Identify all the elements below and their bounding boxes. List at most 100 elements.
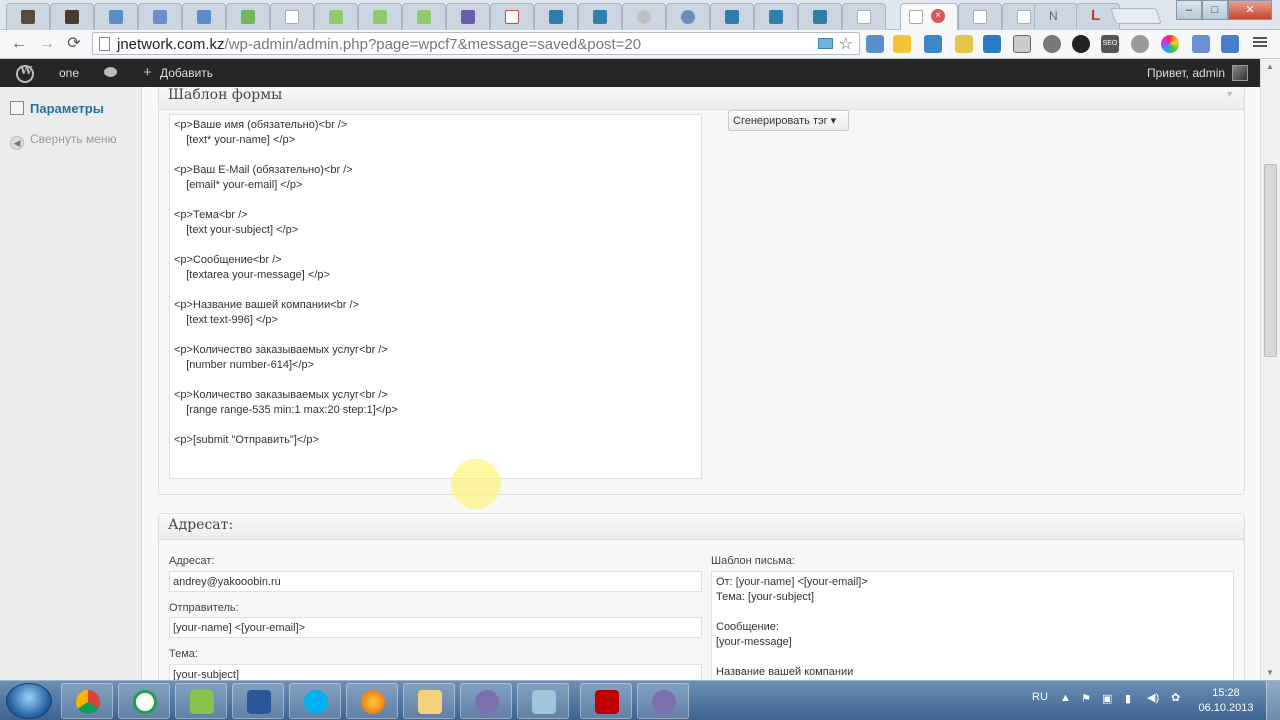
collapse-menu-button[interactable]: ◀ Свернуть меню — [10, 132, 117, 150]
browser-tab[interactable] — [182, 3, 226, 30]
browser-tab[interactable] — [534, 3, 578, 30]
show-hidden-icons-icon[interactable]: ▲ — [1060, 692, 1071, 704]
browser-tab[interactable] — [958, 3, 1002, 30]
scroll-up-icon[interactable]: ▲ — [1266, 62, 1274, 71]
wordpress-logo-icon[interactable] — [16, 64, 34, 83]
extension-icon[interactable] — [1131, 35, 1149, 53]
extension-icon[interactable] — [983, 35, 1001, 53]
taskbar-explorer[interactable] — [403, 683, 455, 719]
browser-tab[interactable] — [50, 3, 94, 30]
form-template-editor[interactable]: <p>Ваше имя (обязательно)<br /> [text* y… — [169, 114, 702, 479]
browser-tab[interactable] — [270, 3, 314, 30]
taskbar-app[interactable] — [460, 683, 512, 719]
maximize-button[interactable]: □ — [1202, 0, 1228, 20]
browser-tab[interactable] — [710, 3, 754, 30]
mail-extension-icon[interactable] — [1013, 35, 1031, 53]
sidebar-item-settings[interactable]: Параметры — [10, 101, 104, 116]
scrollbar-thumb[interactable] — [1264, 164, 1277, 357]
from-field[interactable] — [169, 617, 702, 638]
back-button[interactable]: ← — [8, 34, 30, 54]
tab-favicon-icon — [725, 10, 739, 24]
browser-tab[interactable] — [138, 3, 182, 30]
to-field[interactable] — [169, 571, 702, 592]
collapse-box-icon[interactable]: ▼ — [1225, 89, 1234, 99]
taskbar-app[interactable] — [517, 683, 569, 719]
flag-icon[interactable]: ⚑ — [1081, 692, 1091, 705]
mail-settings-box: Адресат: Адресат: Отправитель: Тема: Шаб… — [158, 513, 1245, 680]
url-host: jnetwork.com.kz — [117, 36, 225, 53]
generate-tag-button[interactable]: Сгенерировать тэг ▾ — [728, 110, 849, 131]
taskbar-filezilla[interactable] — [580, 683, 632, 719]
browser-tab[interactable] — [226, 3, 270, 30]
forward-button[interactable]: → — [36, 34, 58, 54]
page-icon — [973, 10, 987, 24]
taskbar-skype[interactable] — [289, 683, 341, 719]
extension-icon[interactable] — [1043, 35, 1061, 53]
browser-tab[interactable] — [754, 3, 798, 30]
add-new-link[interactable]: Добавить — [160, 59, 213, 87]
wordpress-icon — [637, 10, 651, 24]
show-desktop-button[interactable] — [1266, 681, 1280, 720]
page-scrollbar[interactable]: ▲ ▼ — [1260, 59, 1280, 680]
message-body-field[interactable]: От: [your-name] <[your-email]> Тема: [yo… — [711, 571, 1234, 680]
browser-tab[interactable] — [622, 3, 666, 30]
language-indicator[interactable]: RU — [1032, 691, 1048, 703]
taskbar-word[interactable] — [232, 683, 284, 719]
chrome-menu-icon[interactable] — [1252, 35, 1268, 51]
browser-tab[interactable] — [490, 3, 534, 30]
screen-icon[interactable] — [818, 38, 833, 49]
avatar[interactable] — [1232, 65, 1248, 81]
url-path: /wp-admin/admin.php?page=wpcf7&message=s… — [224, 36, 642, 53]
wp-admin-bar: one + Добавить Привет, admin — [0, 59, 1260, 87]
address-bar[interactable]: jnetwork.com.kz/wp-admin/admin.php?page=… — [92, 32, 860, 55]
android-icon — [329, 10, 343, 24]
greeting-link[interactable]: Привет, admin — [1147, 59, 1225, 87]
extension-icon[interactable] — [955, 35, 973, 53]
clock[interactable]: 15:28 06.10.2013 — [1196, 686, 1256, 716]
page-icon — [99, 37, 110, 51]
message-body-label: Шаблон письма: — [711, 555, 795, 567]
browser-tab[interactable] — [578, 3, 622, 30]
close-tab-icon[interactable]: × — [931, 9, 945, 23]
comments-icon[interactable] — [104, 67, 117, 77]
extension-icon[interactable] — [1192, 35, 1210, 53]
browser-tab[interactable] — [446, 3, 490, 30]
taskbar-app[interactable] — [637, 683, 689, 719]
extension-icon[interactable] — [866, 35, 884, 53]
browser-tab-active[interactable]: × — [900, 3, 958, 30]
network-icon[interactable]: ▮ — [1125, 692, 1131, 705]
start-button[interactable] — [6, 683, 52, 719]
taskbar-mail-agent[interactable] — [118, 683, 170, 719]
browser-tab[interactable] — [6, 3, 50, 30]
bookmark-star-icon[interactable]: ☆ — [839, 34, 853, 54]
browser-tab[interactable] — [94, 3, 138, 30]
subject-field[interactable] — [169, 664, 702, 680]
sidebar-item-label: Параметры — [30, 101, 104, 116]
close-window-button[interactable]: ✕ — [1228, 0, 1272, 20]
seo-icon[interactable]: SEO — [1101, 35, 1119, 53]
mouse-cursor-highlight — [451, 459, 501, 509]
gear-icon[interactable] — [1072, 35, 1090, 53]
mail-extension-icon[interactable] — [924, 35, 942, 53]
new-tab-button[interactable] — [1110, 8, 1162, 24]
taskbar-firefox[interactable] — [346, 683, 398, 719]
site-name-link[interactable]: one — [59, 59, 79, 87]
taskbar-app[interactable] — [175, 683, 227, 719]
scroll-down-icon[interactable]: ▼ — [1266, 668, 1274, 677]
reload-button[interactable]: ⟳ — [63, 34, 85, 54]
browser-tab[interactable] — [798, 3, 842, 30]
tray-app-icon[interactable]: ✿ — [1171, 691, 1180, 704]
device-icon[interactable]: ▣ — [1102, 692, 1112, 705]
browser-tab[interactable]: N — [1034, 3, 1078, 30]
browser-tab[interactable] — [402, 3, 446, 30]
browser-tab[interactable] — [666, 3, 710, 30]
volume-icon[interactable]: ◀) — [1147, 691, 1159, 704]
browser-tab[interactable] — [358, 3, 402, 30]
browser-tab[interactable] — [842, 3, 886, 30]
extension-icon[interactable] — [893, 35, 911, 53]
taskbar-chrome[interactable] — [61, 683, 113, 719]
calendar-icon[interactable] — [1221, 35, 1239, 53]
minimize-button[interactable]: – — [1176, 0, 1202, 20]
color-picker-icon[interactable] — [1161, 35, 1179, 53]
browser-tab[interactable] — [314, 3, 358, 30]
